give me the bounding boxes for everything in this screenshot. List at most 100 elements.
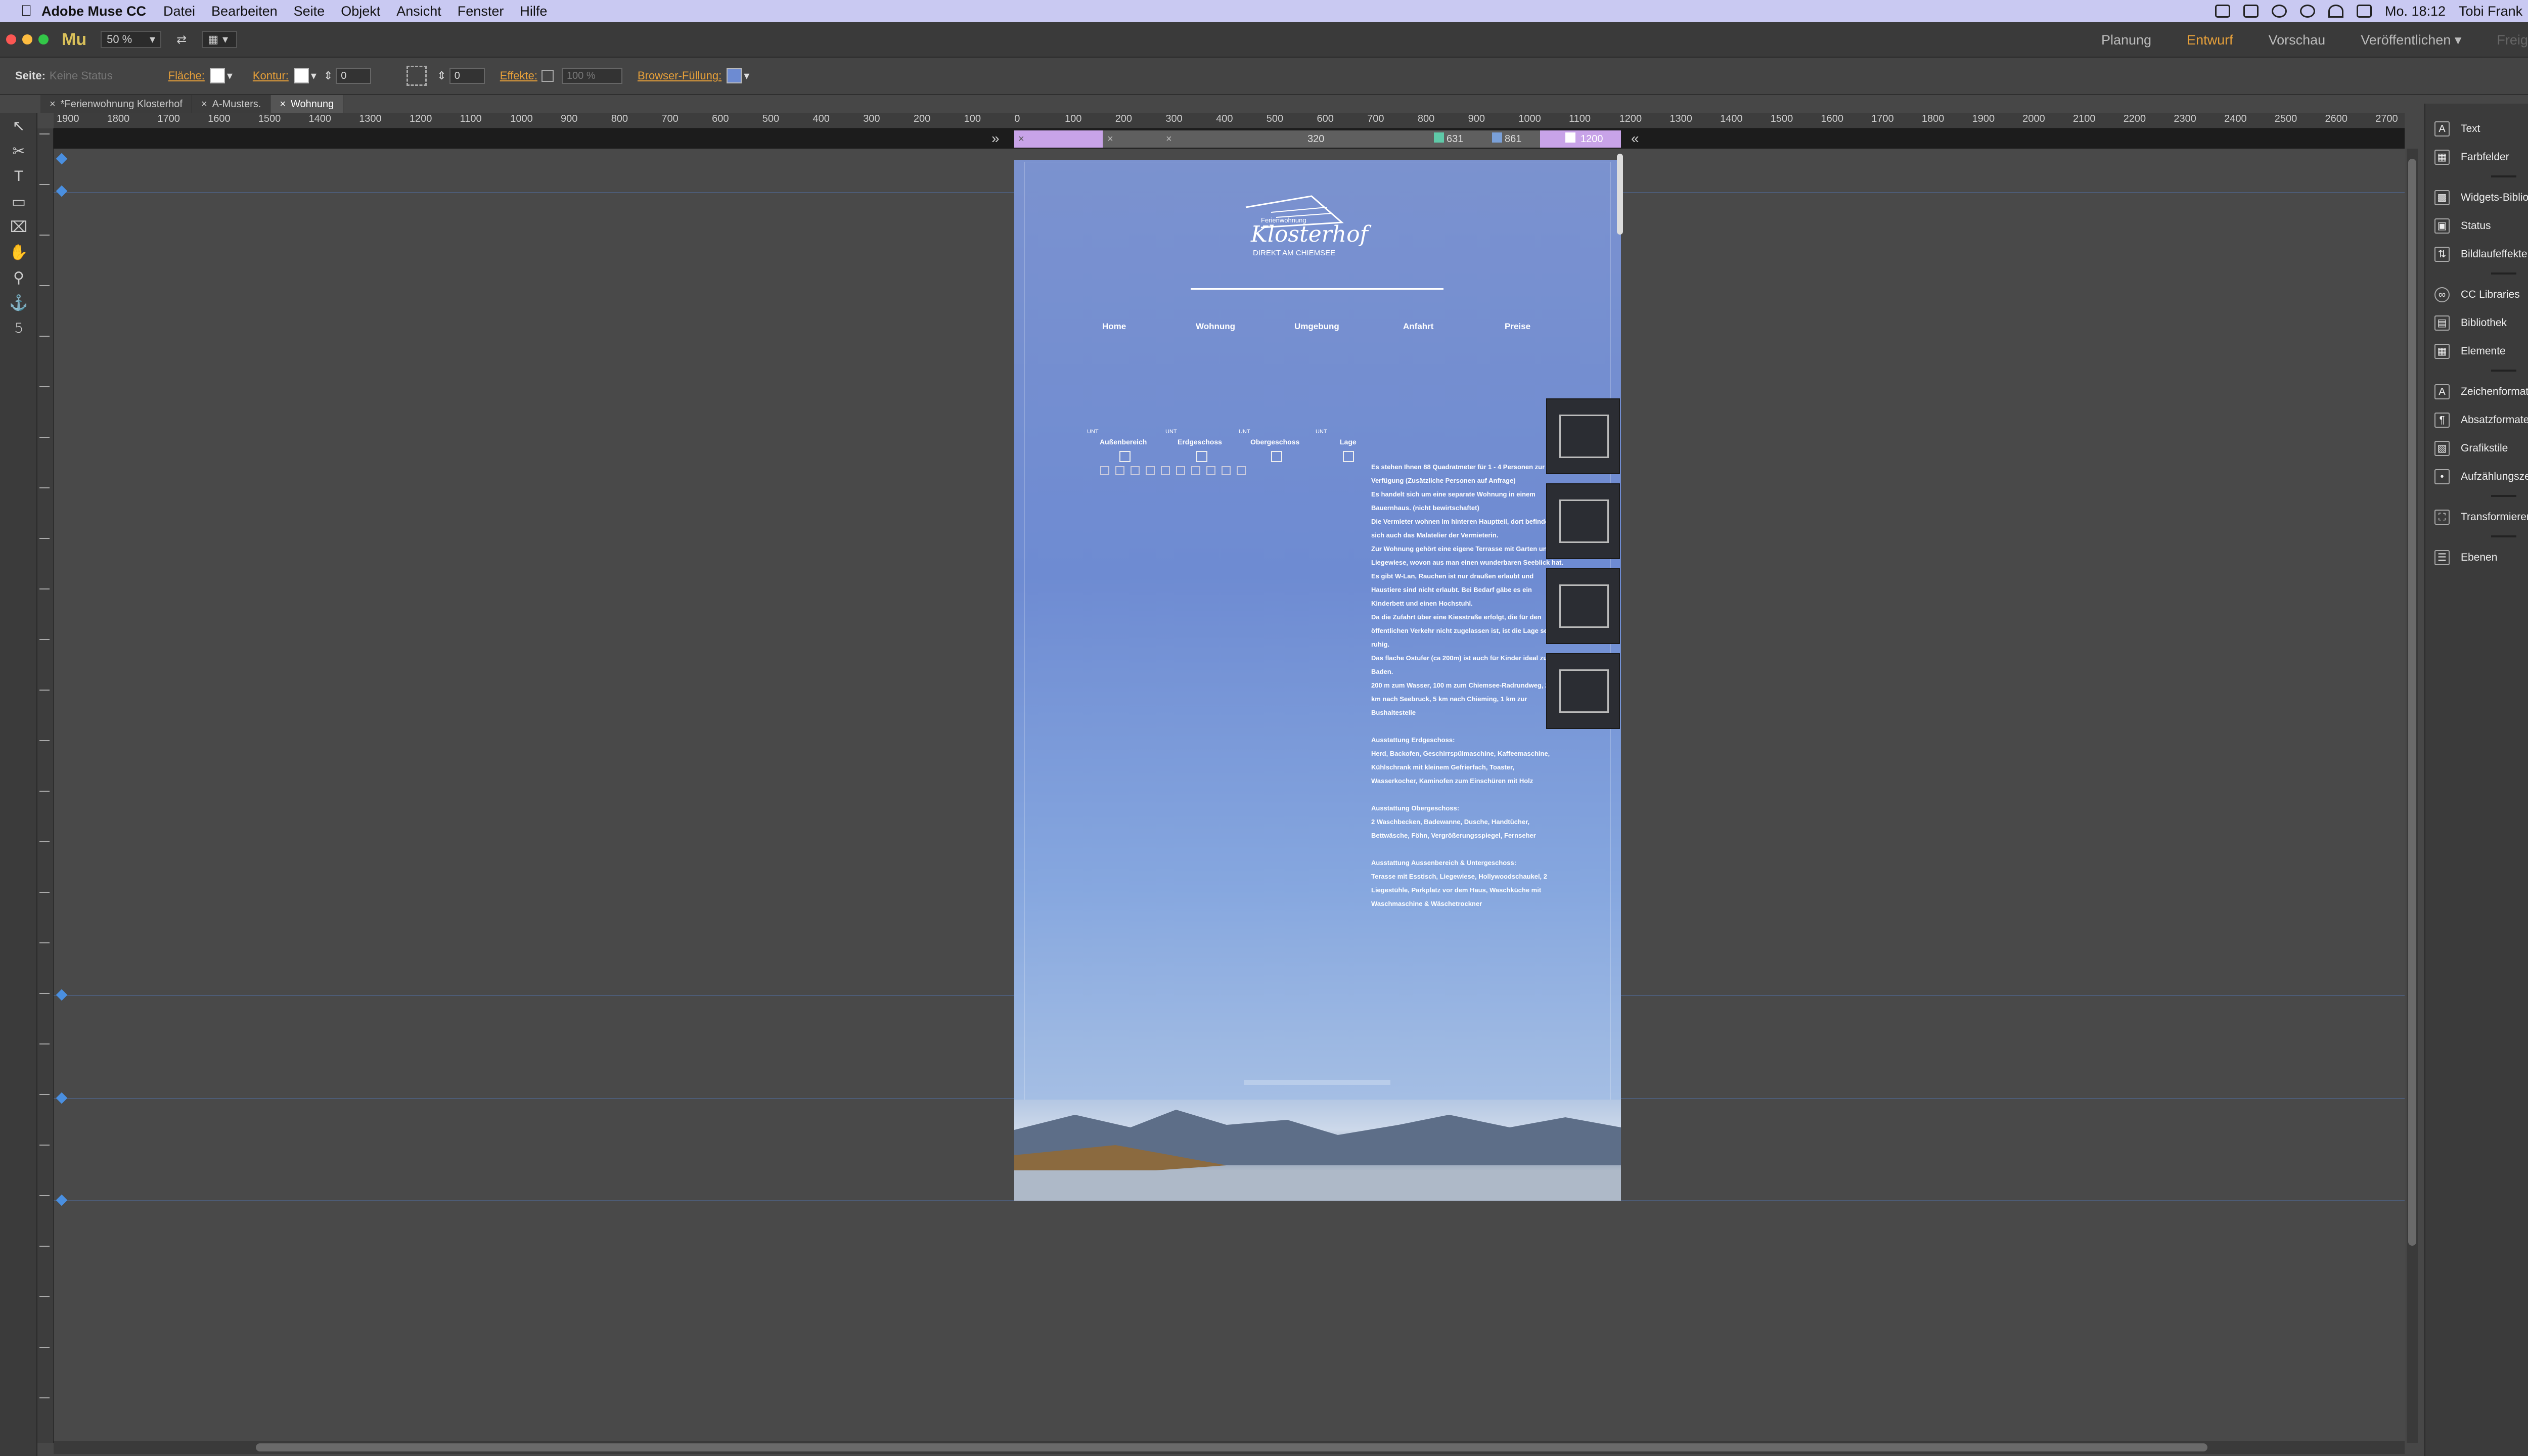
wifi-icon[interactable] <box>2328 5 2343 18</box>
panel-absatzformate[interactable]: ¶ Absatzformate <box>2434 410 2528 430</box>
anchor-tool-icon[interactable]: ⚓ <box>0 290 37 315</box>
panel-transformieren[interactable]: ⛶ Transformieren <box>2434 507 2528 527</box>
thumbnail[interactable] <box>1131 466 1140 475</box>
mode-planung[interactable]: Planung <box>2101 32 2151 48</box>
thumbnail[interactable] <box>1146 466 1155 475</box>
panel-status[interactable]: ▣ Status <box>2434 216 2491 236</box>
fill-label[interactable]: Fläche: <box>168 69 205 82</box>
slideshow-thumbnail[interactable] <box>1546 483 1620 559</box>
image-frame-tool-icon[interactable]: ⌧ <box>0 214 37 240</box>
slideshow-thumbnail[interactable] <box>1546 653 1620 729</box>
effects-label[interactable]: Effekte: <box>500 69 537 82</box>
chevron-left-icon[interactable]: « <box>1631 130 1639 147</box>
thumbnail[interactable] <box>1191 466 1200 475</box>
stroke-swatch[interactable] <box>293 68 309 83</box>
effects-checkbox[interactable] <box>541 70 554 82</box>
close-icon[interactable]: × <box>1018 133 1024 145</box>
nav-umgebung[interactable]: Umgebung <box>1294 322 1339 332</box>
chevron-down-icon[interactable]: ▾ <box>311 69 317 82</box>
breakpoint-631[interactable]: 631 <box>1447 133 1463 145</box>
rectangle-tool-icon[interactable]: ▭ <box>0 189 37 214</box>
horizontal-ruler[interactable]: 1900 1800 1700 1600 1500 1400 1300 1200 1100 1000… <box>54 113 2405 128</box>
breakpoint-1200[interactable]: 1200 <box>1581 133 1603 145</box>
nav-preise[interactable]: Preise <box>1505 322 1530 332</box>
thumbnail[interactable] <box>1161 466 1170 475</box>
mode-vorschau[interactable]: Vorschau <box>2269 32 2326 48</box>
page-status-value[interactable]: Keine Status <box>50 69 113 82</box>
breakpoint-range-left[interactable] <box>1014 130 1103 148</box>
stroke-width-input[interactable]: 0 <box>336 68 372 84</box>
zoom-tool-icon[interactable]: ⚲ <box>0 265 37 290</box>
logo[interactable]: Ferienwohnung Klosterhof DIREKT AM CHIEM… <box>1241 192 1392 258</box>
close-icon[interactable]: × <box>1107 133 1113 145</box>
thumbnail[interactable] <box>1237 466 1246 475</box>
clock[interactable]: Mo. 18:12 <box>2385 4 2446 19</box>
battery-icon[interactable] <box>2356 5 2372 18</box>
layout-select[interactable]: ▦ ▾ <box>202 31 238 48</box>
panel-grafikstile[interactable]: ▧ Grafikstile <box>2434 438 2508 459</box>
gallery-icon[interactable] <box>1271 451 1282 462</box>
menu-fenster[interactable]: Fenster <box>458 4 504 19</box>
gallery-icon[interactable] <box>1196 451 1207 462</box>
mode-veroeffentlichen[interactable]: Veröffentlichen ▾ <box>2361 32 2461 48</box>
menu-objekt[interactable]: Objekt <box>341 4 380 19</box>
breakpoint-marker-icon[interactable] <box>1492 132 1502 143</box>
breakpoint-marker-icon[interactable] <box>1434 132 1444 143</box>
panel-widgets[interactable]: ▩ Widgets-Bibliothek <box>2434 188 2528 208</box>
thumbnail[interactable] <box>1100 466 1109 475</box>
tab-a-muster[interactable]: × A-Musters. <box>192 95 271 113</box>
menu-hilfe[interactable]: Hilfe <box>520 4 547 19</box>
panel-bibliothek[interactable]: ▤ Bibliothek <box>2434 313 2507 333</box>
browser-fill-label[interactable]: Browser-Füllung: <box>638 69 721 82</box>
description-text[interactable]: Es stehen Ihnen 88 Quadratmeter für 1 - … <box>1371 460 1573 911</box>
chevron-right-icon[interactable]: » <box>991 130 1000 147</box>
panel-text[interactable]: A Text <box>2434 119 2480 139</box>
corner-radius-icon[interactable] <box>407 66 427 86</box>
gallery-icon[interactable] <box>1343 451 1354 462</box>
close-icon[interactable]: × <box>280 99 286 110</box>
view-options-icon[interactable]: ⇄ <box>176 32 187 47</box>
panel-bildlaufeffekte[interactable]: ⇅ Bildlaufeffekte <box>2434 244 2527 264</box>
apple-icon[interactable]:  <box>11 3 41 20</box>
close-icon[interactable]: × <box>50 99 56 110</box>
horizontal-scroll-thumb[interactable] <box>256 1443 2207 1451</box>
chevron-down-icon[interactable]: ▾ <box>227 69 233 82</box>
nav-home[interactable]: Home <box>1102 322 1126 332</box>
stepper-icon[interactable]: ⇕ <box>437 69 446 82</box>
panel-farbfelder[interactable]: ▦ Farbfelder <box>2434 147 2509 167</box>
text-tool-icon[interactable]: T <box>0 164 37 189</box>
stepper-icon[interactable]: ⇕ <box>324 69 333 82</box>
mode-entwurf[interactable]: Entwurf <box>2187 32 2233 48</box>
bluetooth-icon[interactable] <box>2299 5 2315 18</box>
browser-fill-swatch[interactable] <box>727 68 742 83</box>
creative-cloud-icon[interactable] <box>2215 5 2230 18</box>
user-name[interactable]: Tobi Frank <box>2459 4 2522 19</box>
selection-tool-icon[interactable]: ↖ <box>0 113 37 139</box>
menu-bearbeiten[interactable]: Bearbeiten <box>211 4 278 19</box>
breakpoint-861[interactable]: 861 <box>1505 133 1521 145</box>
vertical-ruler[interactable] <box>37 128 54 1443</box>
minimize-window-icon[interactable] <box>22 34 32 44</box>
slideshow-thumbnail[interactable] <box>1546 398 1620 474</box>
panel-aufzaehlungszeichen[interactable]: • Aufzählungszeiche... <box>2434 467 2528 487</box>
tab-obergeschoss[interactable]: Obergeschoss <box>1250 438 1299 446</box>
tab-ferienwohnung[interactable]: × *Ferienwohnung Klosterhof <box>40 95 192 113</box>
vertical-scroll-thumb[interactable] <box>2408 159 2416 1246</box>
crop-tool-icon[interactable]: ✂ <box>0 139 37 164</box>
text-style-tool-icon[interactable]: 𝟻 <box>0 315 37 341</box>
zoom-select[interactable]: 50 % ▾ <box>101 31 162 48</box>
tab-lage[interactable]: Lage <box>1340 438 1357 446</box>
breakpoint-320[interactable]: 320 <box>1307 133 1324 145</box>
hand-tool-icon[interactable]: ✋ <box>0 240 37 265</box>
panel-elemente[interactable]: ▦ Elemente <box>2434 341 2506 361</box>
vertical-scrollbar[interactable] <box>2407 149 2418 1443</box>
thumbnail[interactable] <box>1176 466 1185 475</box>
thumbnail[interactable] <box>1222 466 1231 475</box>
panel-cc-libraries[interactable]: ∞ CC Libraries <box>2434 285 2520 305</box>
time-machine-icon[interactable] <box>2271 5 2287 18</box>
thumbnail[interactable] <box>1206 466 1215 475</box>
panel-zeichenformate[interactable]: A Zeichenformate <box>2434 382 2528 402</box>
page-scroll-handle[interactable] <box>1617 154 1623 235</box>
airplay-icon[interactable] <box>2243 5 2259 18</box>
menu-ansicht[interactable]: Ansicht <box>396 4 441 19</box>
